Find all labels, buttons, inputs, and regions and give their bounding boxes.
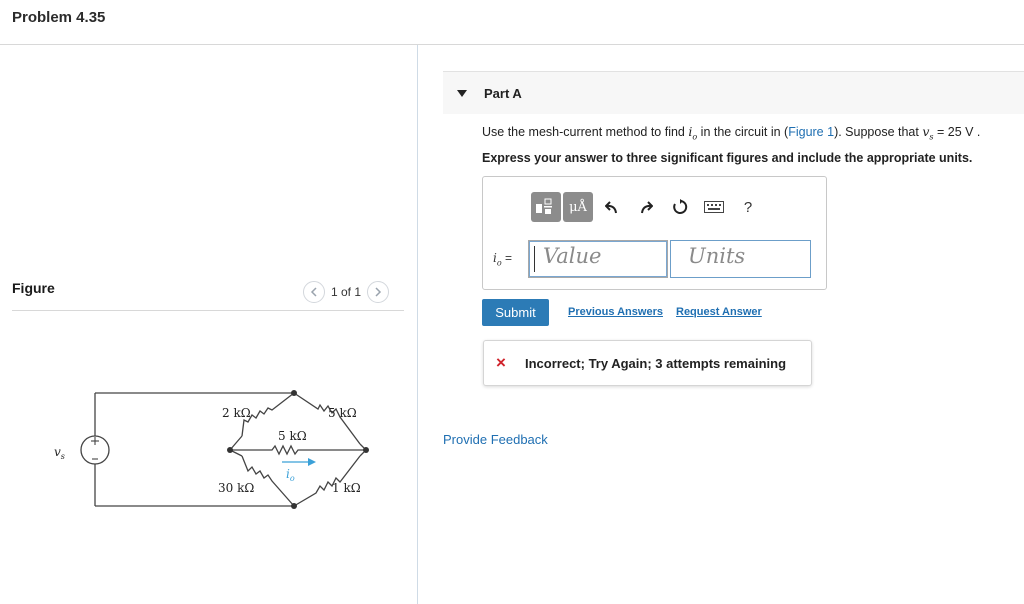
question-text: Use the mesh-current method to find io i… xyxy=(482,124,981,142)
collapse-triangle-icon[interactable] xyxy=(457,90,467,97)
current-arrow-head xyxy=(308,458,316,466)
r-bottom-left-label: 30 kΩ xyxy=(218,481,254,495)
figure-link[interactable]: Figure 1 xyxy=(788,125,834,139)
error-x-icon: × xyxy=(496,353,506,372)
answer-box: μÅ ? io = Value Units xyxy=(482,176,827,290)
keyboard-icon[interactable] xyxy=(697,192,731,222)
feedback-message: Incorrect; Try Again; 3 attempts remaini… xyxy=(525,356,787,371)
figure-pager: 1 of 1 xyxy=(303,281,390,303)
request-answer-link[interactable]: Request Answer xyxy=(676,306,762,318)
figure-divider xyxy=(12,310,404,311)
math-toolbar: μÅ ? xyxy=(531,192,765,222)
help-button[interactable]: ? xyxy=(731,192,765,222)
source-label: vs xyxy=(54,445,65,461)
r-middle-label: 5 kΩ xyxy=(278,429,307,443)
undo-icon[interactable] xyxy=(595,192,629,222)
node-bottom xyxy=(291,503,297,509)
previous-answers-link[interactable]: Previous Answers xyxy=(568,306,663,318)
node-right xyxy=(363,447,369,453)
templates-icon[interactable] xyxy=(531,192,561,222)
provide-feedback-link[interactable]: Provide Feedback xyxy=(443,432,548,447)
figure-title: Figure xyxy=(12,280,55,296)
value-input[interactable]: Value xyxy=(528,240,668,278)
feedback-message-box: × Incorrect; Try Again; 3 attempts remai… xyxy=(483,340,812,386)
panel-divider xyxy=(417,45,418,604)
redo-icon[interactable] xyxy=(629,192,663,222)
problem-title: Problem 4.35 xyxy=(12,9,106,26)
current-label: io xyxy=(286,467,295,483)
r-top-left-label: 2 kΩ xyxy=(222,406,251,420)
units-button[interactable]: μÅ xyxy=(563,192,593,222)
text-caret xyxy=(534,246,535,272)
figure-page-indicator: 1 of 1 xyxy=(331,285,362,299)
part-a-header[interactable]: Part A xyxy=(443,71,1024,114)
node-left xyxy=(227,447,233,453)
units-input[interactable]: Units xyxy=(670,240,811,278)
submit-button[interactable]: Submit xyxy=(482,299,549,326)
instruction-text: Express your answer to three significant… xyxy=(482,151,973,165)
chevron-right-icon[interactable] xyxy=(367,281,390,303)
chevron-left-icon[interactable] xyxy=(303,281,325,303)
node-top xyxy=(291,390,297,396)
page-header: Problem 4.35 xyxy=(0,0,1024,45)
r-top-right-label: 5 kΩ xyxy=(328,406,357,420)
figure-panel xyxy=(0,45,417,604)
circuit-diagram: vs 2 kΩ 5 kΩ 5 kΩ 30 kΩ 1 kΩ io xyxy=(54,390,369,509)
answer-variable-label: io = xyxy=(493,251,513,268)
r-bottom-right-label: 1 kΩ xyxy=(332,481,361,495)
branch-left-node xyxy=(228,435,243,457)
wire-middle xyxy=(230,444,366,456)
part-a-label: Part A xyxy=(484,86,522,101)
reset-icon[interactable] xyxy=(663,192,697,222)
